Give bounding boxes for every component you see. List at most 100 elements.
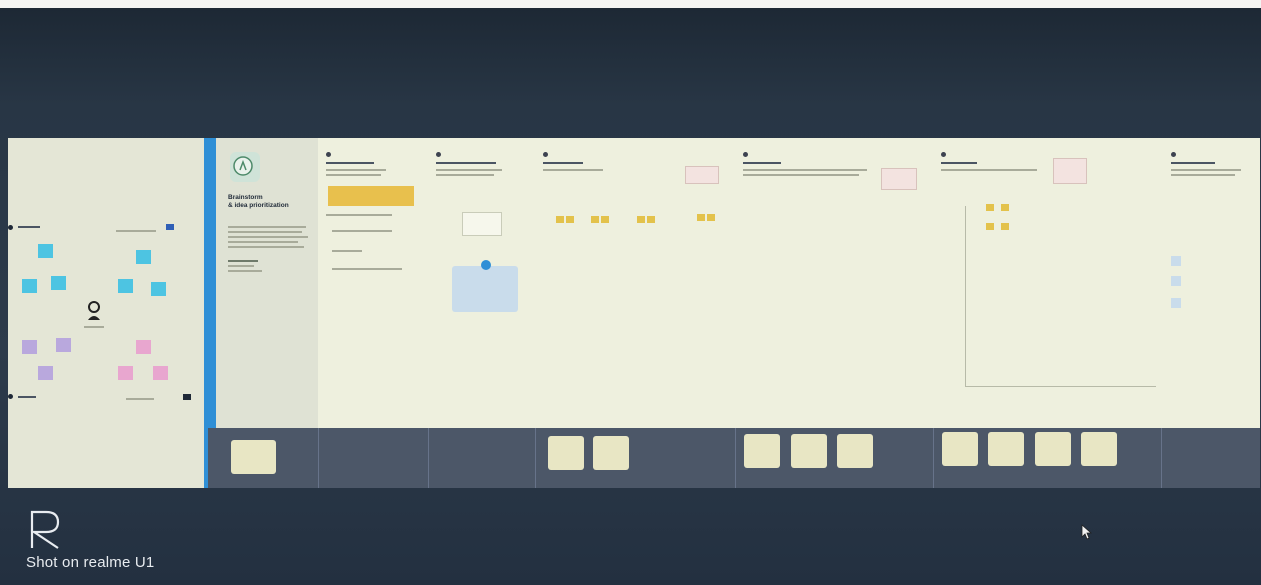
tip-card bbox=[685, 166, 719, 184]
step-text bbox=[543, 169, 603, 171]
template-cover[interactable]: Brainstorm & idea prioritization bbox=[216, 138, 318, 428]
meta-line bbox=[228, 260, 258, 262]
step-heading bbox=[543, 162, 583, 164]
step-thumbnail[interactable] bbox=[988, 432, 1024, 466]
intro-text-line bbox=[228, 226, 306, 228]
step-marker bbox=[1171, 152, 1176, 157]
step-thumbnail[interactable] bbox=[231, 440, 276, 474]
tip-card bbox=[1053, 158, 1087, 184]
share-panel[interactable] bbox=[452, 260, 518, 312]
strip-divider bbox=[535, 428, 536, 488]
idea-sticky[interactable] bbox=[637, 216, 645, 223]
problem-statement-note[interactable] bbox=[328, 186, 414, 206]
meta-line bbox=[228, 265, 254, 267]
canvas-flag bbox=[183, 394, 191, 400]
idea-sticky[interactable] bbox=[566, 216, 574, 223]
toolbar-line bbox=[18, 396, 36, 398]
resource-thumbnail[interactable] bbox=[1171, 276, 1181, 286]
idea-sticky[interactable] bbox=[647, 216, 655, 223]
sticky-note[interactable] bbox=[118, 366, 133, 380]
step-marker bbox=[436, 152, 441, 157]
sticky-note[interactable] bbox=[38, 366, 53, 380]
sticky-note[interactable] bbox=[56, 338, 71, 352]
camera-watermark: Shot on realme U1 bbox=[26, 554, 155, 571]
step-heading bbox=[1171, 162, 1215, 164]
feedback-column[interactable] bbox=[1161, 138, 1260, 428]
step-heading bbox=[743, 162, 781, 164]
intro-text-line bbox=[228, 246, 304, 248]
sticky-note[interactable] bbox=[136, 340, 151, 354]
idea-sticky[interactable] bbox=[1001, 223, 1009, 230]
step-thumbnail[interactable] bbox=[1081, 432, 1117, 466]
step-thumbnail[interactable] bbox=[791, 434, 827, 468]
idea-sticky[interactable] bbox=[1001, 204, 1009, 211]
tip-card bbox=[881, 168, 917, 190]
resource-thumbnail[interactable] bbox=[1171, 256, 1181, 266]
step-heading bbox=[436, 162, 496, 164]
step-column-4[interactable] bbox=[735, 138, 934, 428]
step-text bbox=[332, 268, 402, 270]
step-thumbnail[interactable] bbox=[744, 434, 780, 468]
toolbar-line bbox=[18, 226, 40, 228]
invite-box[interactable] bbox=[462, 212, 502, 236]
avatar-icon bbox=[86, 300, 102, 322]
canvas-left-panel[interactable] bbox=[8, 138, 205, 488]
idea-sticky[interactable] bbox=[707, 214, 715, 221]
canvas-caption bbox=[126, 398, 154, 400]
toolbar-dot bbox=[8, 394, 13, 399]
step-text bbox=[743, 174, 859, 176]
step-thumbnail[interactable] bbox=[837, 434, 873, 468]
top-margin bbox=[0, 0, 1261, 8]
meta-line bbox=[228, 270, 262, 272]
mouse-pointer-icon bbox=[1081, 524, 1093, 540]
step-thumbnail[interactable] bbox=[942, 432, 978, 466]
step-text bbox=[332, 230, 392, 232]
sticky-note[interactable] bbox=[22, 340, 37, 354]
step-text bbox=[1171, 174, 1235, 176]
sticky-note[interactable] bbox=[136, 250, 151, 264]
strip-divider bbox=[428, 428, 429, 488]
step-column-1[interactable] bbox=[318, 138, 429, 428]
sticky-note[interactable] bbox=[118, 279, 133, 293]
step-marker bbox=[543, 152, 548, 157]
realme-logo bbox=[26, 508, 66, 550]
avatar-caption bbox=[84, 326, 104, 328]
intro-text-line bbox=[228, 236, 308, 238]
idea-sticky[interactable] bbox=[986, 223, 994, 230]
sticky-note[interactable] bbox=[51, 276, 66, 290]
prioritization-grid[interactable] bbox=[965, 206, 1156, 387]
step-thumbnail[interactable] bbox=[1035, 432, 1071, 466]
step-text bbox=[941, 169, 1037, 171]
step-column-3[interactable] bbox=[535, 138, 736, 428]
sticky-note[interactable] bbox=[22, 279, 37, 293]
idea-sticky[interactable] bbox=[556, 216, 564, 223]
step-thumbnail[interactable] bbox=[548, 436, 584, 470]
strip-divider bbox=[735, 428, 736, 488]
idea-sticky[interactable] bbox=[986, 204, 994, 211]
intro-text-line bbox=[228, 241, 298, 243]
step-marker bbox=[743, 152, 748, 157]
step-text bbox=[436, 174, 494, 176]
strip-divider bbox=[933, 428, 934, 488]
lightbulb-icon bbox=[228, 150, 262, 184]
sticky-note[interactable] bbox=[153, 366, 168, 380]
idea-sticky[interactable] bbox=[591, 216, 599, 223]
step-text bbox=[1171, 169, 1241, 171]
step-thumbnail[interactable] bbox=[593, 436, 629, 470]
resource-thumbnail[interactable] bbox=[1171, 298, 1181, 308]
sticky-note[interactable] bbox=[151, 282, 166, 296]
intro-text-line bbox=[228, 231, 302, 233]
step-text bbox=[326, 169, 386, 171]
step-text bbox=[326, 214, 392, 216]
canvas-caption bbox=[116, 230, 156, 232]
idea-sticky[interactable] bbox=[601, 216, 609, 223]
step-column-5[interactable] bbox=[933, 138, 1162, 428]
sticky-note[interactable] bbox=[38, 244, 53, 258]
step-marker bbox=[941, 152, 946, 157]
step-heading bbox=[326, 162, 374, 164]
step-heading bbox=[941, 162, 977, 164]
step-column-2[interactable] bbox=[428, 138, 536, 428]
title-line: & idea prioritization bbox=[228, 202, 289, 209]
idea-sticky[interactable] bbox=[697, 214, 705, 221]
strip-divider bbox=[318, 428, 319, 488]
